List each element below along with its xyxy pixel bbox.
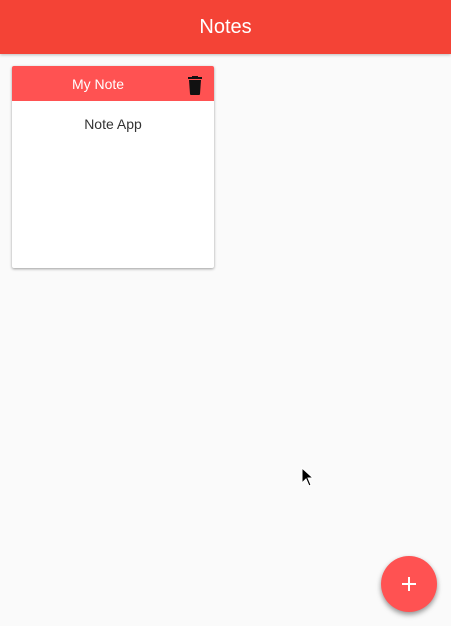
app-bar: Notes [0, 0, 451, 54]
delete-note-button[interactable] [188, 76, 202, 95]
note-title: My Note [71, 75, 125, 92]
plus-icon [402, 577, 416, 591]
note-body: Note App [84, 116, 142, 132]
app-title: Notes [199, 15, 252, 38]
note-card[interactable]: My Note Note App [12, 66, 214, 268]
add-note-button[interactable] [381, 556, 437, 612]
mouse-pointer-icon [301, 467, 315, 487]
note-header: My Note [12, 66, 214, 101]
trash-icon [188, 76, 202, 95]
